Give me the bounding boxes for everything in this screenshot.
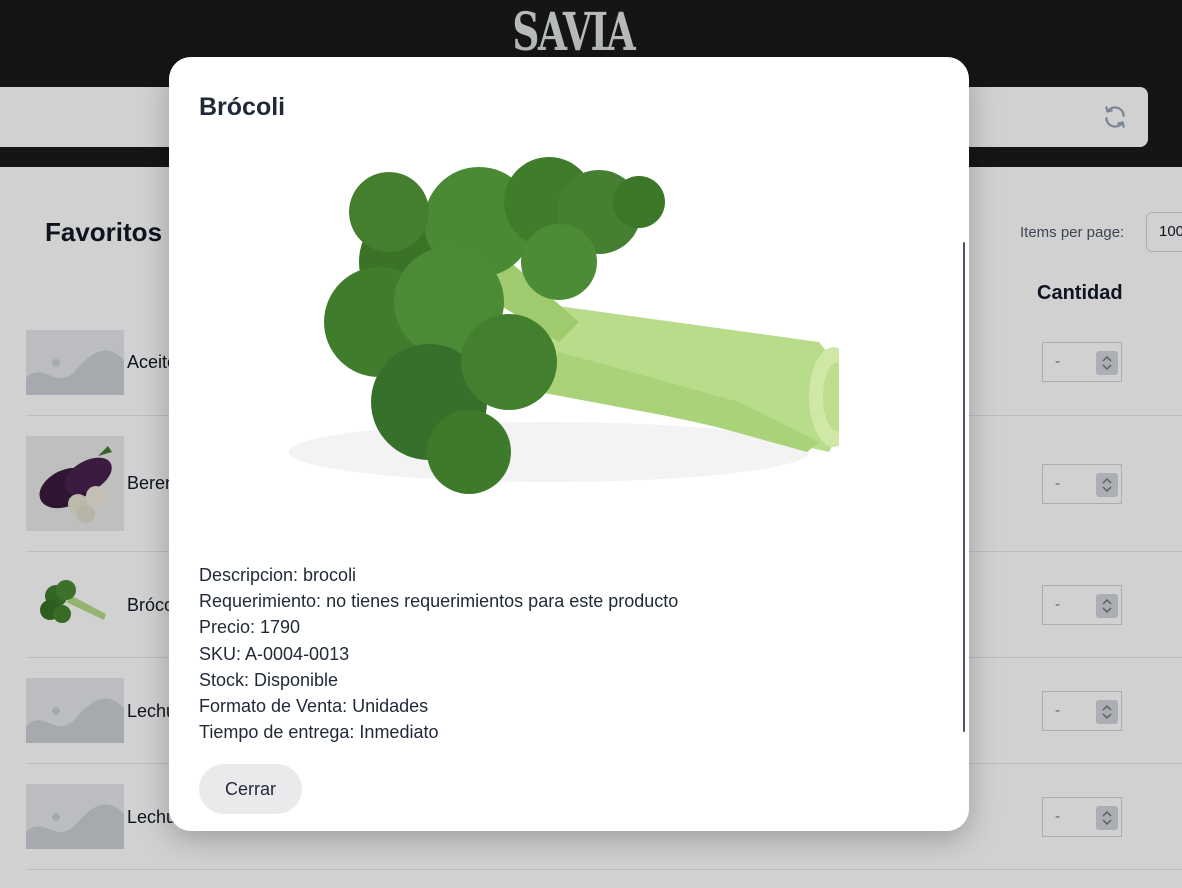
close-button[interactable]: Cerrar: [199, 764, 302, 814]
detail-sku: SKU: A-0004-0013: [199, 643, 350, 664]
broccoli-image: [289, 157, 839, 494]
detail-requirement: Requerimiento: no tienes requerimientos …: [199, 591, 679, 612]
detail-stock: Stock: Disponible: [199, 669, 339, 690]
detail-delivery-time: Tiempo de entrega: Inmediato: [199, 722, 439, 743]
product-details: Descripcion: brocoli Requerimiento: no t…: [199, 562, 678, 745]
detail-sale-format: Formato de Venta: Unidades: [199, 696, 429, 717]
product-detail-modal: Brócoli Descripcion: brocoli Requerimien…: [169, 57, 969, 831]
modal-title: Brócoli: [199, 93, 286, 121]
detail-description: Descripcion: brocoli: [199, 565, 357, 585]
detail-price: Precio: 1790: [199, 617, 301, 638]
modal-scrollbar[interactable]: [963, 242, 965, 732]
